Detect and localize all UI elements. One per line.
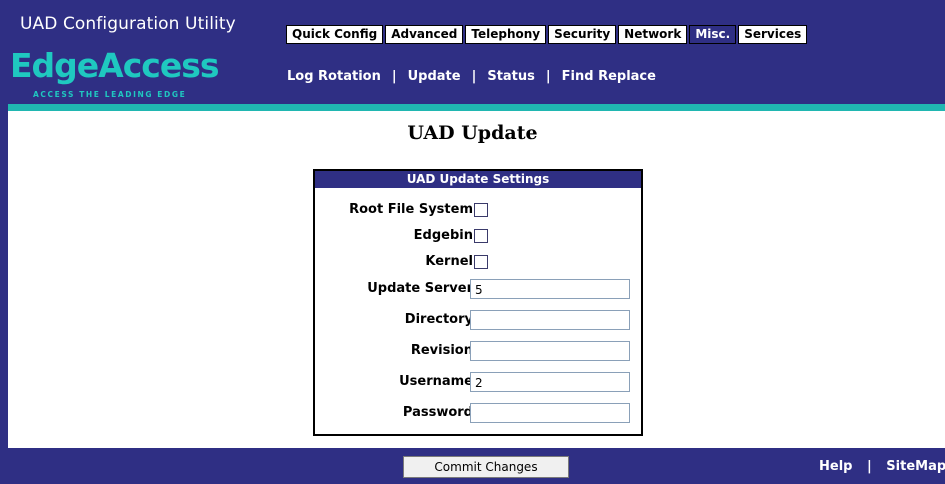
tab-security[interactable]: Security bbox=[548, 25, 617, 44]
subnav-update[interactable]: Update bbox=[408, 69, 461, 84]
accent-divider bbox=[0, 104, 945, 111]
subnav-status[interactable]: Status bbox=[487, 69, 535, 84]
settings-header: UAD Update Settings bbox=[315, 171, 641, 188]
subnav-separator: | bbox=[391, 69, 397, 84]
tab-network[interactable]: Network bbox=[618, 25, 688, 44]
edgeaccess-logo: EdgeAccess ACCESS THE LEADING EDGE bbox=[10, 46, 225, 100]
kernel-checkbox[interactable] bbox=[474, 255, 488, 269]
tab-misc[interactable]: Misc. bbox=[689, 25, 737, 44]
subnav-find-replace[interactable]: Find Replace bbox=[562, 69, 656, 84]
main-tabs: Quick Config Advanced Telephony Security… bbox=[286, 25, 809, 44]
tab-services[interactable]: Services bbox=[738, 25, 808, 44]
root-file-system-checkbox[interactable] bbox=[474, 203, 488, 217]
subnav-separator: | bbox=[471, 69, 477, 84]
header-bar: UAD Configuration Utility Quick Config A… bbox=[0, 0, 945, 104]
directory-input[interactable] bbox=[470, 310, 630, 330]
setting-row-password: Password bbox=[315, 401, 641, 425]
revision-label: Revision bbox=[410, 343, 473, 358]
update-server-input[interactable]: 5 bbox=[470, 279, 630, 299]
update-settings-panel: UAD Update Settings Root File System Edg… bbox=[313, 169, 643, 436]
tab-advanced[interactable]: Advanced bbox=[385, 25, 464, 44]
edgebin-label: Edgebin bbox=[413, 228, 473, 243]
sitemap-link[interactable]: SiteMap bbox=[886, 459, 945, 474]
logo-wordmark: EdgeAccess bbox=[10, 46, 219, 85]
edgebin-checkbox[interactable] bbox=[474, 229, 488, 243]
password-input[interactable] bbox=[470, 403, 630, 423]
help-link[interactable]: Help bbox=[819, 459, 852, 474]
footer-bar: Commit Changes Help | SiteMap bbox=[0, 448, 945, 484]
setting-row-root-file-system: Root File System bbox=[315, 198, 641, 222]
sub-navigation: Log Rotation | Update | Status | Find Re… bbox=[287, 69, 656, 84]
subnav-separator: | bbox=[545, 69, 551, 84]
left-border bbox=[0, 104, 8, 484]
logo-tagline: ACCESS THE LEADING EDGE bbox=[33, 90, 187, 99]
password-label: Password bbox=[402, 405, 473, 420]
commit-changes-button[interactable]: Commit Changes bbox=[403, 456, 569, 478]
update-server-label: Update Server bbox=[367, 281, 473, 296]
tab-quick-config[interactable]: Quick Config bbox=[286, 25, 384, 44]
setting-row-update-server: Update Server 5 bbox=[315, 277, 641, 301]
root-file-system-label: Root File System bbox=[349, 202, 473, 217]
username-label: Username bbox=[399, 374, 473, 389]
tab-telephony[interactable]: Telephony bbox=[465, 25, 547, 44]
setting-row-kernel: Kernel bbox=[315, 250, 641, 274]
page-title: UAD Update bbox=[407, 122, 538, 144]
username-input[interactable]: 2 bbox=[470, 372, 630, 392]
kernel-label: Kernel bbox=[425, 254, 473, 269]
setting-row-directory: Directory bbox=[315, 308, 641, 332]
revision-input[interactable] bbox=[470, 341, 630, 361]
footer-links: Help | SiteMap bbox=[819, 459, 945, 474]
footer-separator: | bbox=[867, 459, 872, 474]
app-title: UAD Configuration Utility bbox=[20, 14, 236, 34]
setting-row-edgebin: Edgebin bbox=[315, 224, 641, 248]
subnav-log-rotation[interactable]: Log Rotation bbox=[287, 69, 381, 84]
setting-row-revision: Revision bbox=[315, 339, 641, 363]
setting-row-username: Username 2 bbox=[315, 370, 641, 394]
directory-label: Directory bbox=[404, 312, 473, 327]
